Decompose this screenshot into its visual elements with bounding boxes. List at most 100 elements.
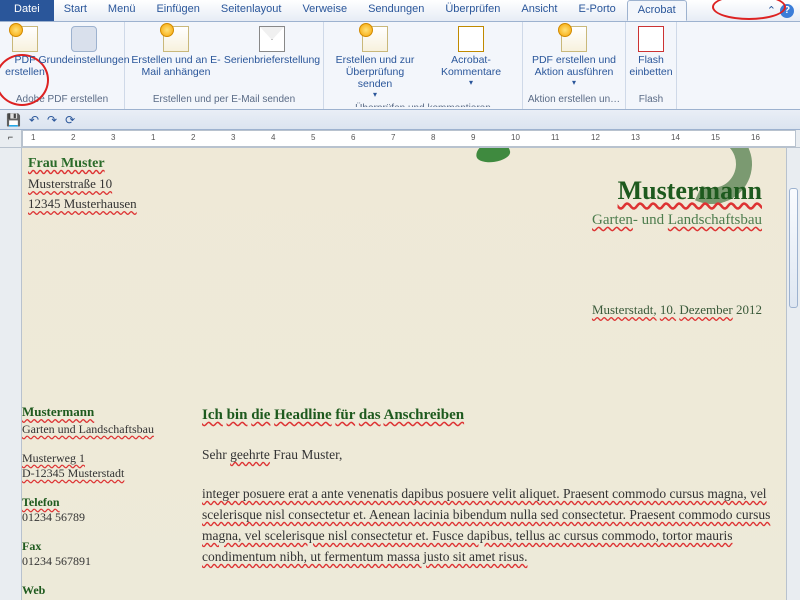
- ruler-tick: 16: [751, 133, 760, 142]
- save-icon[interactable]: 💾: [6, 113, 21, 127]
- tel-label: Telefon: [22, 495, 202, 510]
- company-tag-1: Garten: [592, 212, 633, 228]
- button-label: Erstellen und an E-Mail anhängen: [131, 54, 221, 78]
- flash-icon: [638, 26, 664, 52]
- sender-addr1: Musterweg 1: [22, 451, 202, 466]
- ruler-tick: 15: [711, 133, 720, 142]
- ruler-tick: 1: [151, 133, 155, 142]
- button-label: Grundeinstellungen: [38, 54, 129, 66]
- document-area: Frau Muster Musterstraße 10 12345 Muster…: [0, 148, 800, 600]
- button-label: PDF erstellen und Aktion ausführen: [529, 54, 619, 78]
- group-label: Flash: [630, 92, 672, 107]
- vertical-ruler[interactable]: [0, 148, 22, 600]
- vertical-scrollbar[interactable]: [786, 148, 800, 600]
- pdf-icon: [561, 26, 587, 52]
- company-tag-2: - und: [633, 212, 668, 228]
- headline-word: Ich: [202, 407, 223, 423]
- ribbon-group: PDF erstellenGrundeinstellungenAdobe PDF…: [0, 22, 125, 109]
- ribbon-group: Flash einbetten Flash: [626, 22, 677, 109]
- company-block: Mustermann Garten- und Landschaftsbau: [592, 176, 762, 229]
- mail-icon: [259, 26, 285, 52]
- ruler-tick: 12: [591, 133, 600, 142]
- sync-icon[interactable]: ⟳: [65, 113, 75, 127]
- ruler-tick: 1: [31, 133, 35, 142]
- button-label: Acrobat-Kommentare: [426, 54, 516, 78]
- dropdown-caret-icon: ▾: [373, 90, 377, 99]
- ruler-tick: 8: [431, 133, 435, 142]
- letter-headline: Ich bin die Headline für das Anschreiben: [202, 404, 780, 427]
- gear-icon: [71, 26, 97, 52]
- erstellen-email-button[interactable]: Erstellen und an E-Mail anhängen: [129, 24, 223, 80]
- letter-body: Ich bin die Headline für das Anschreiben…: [202, 404, 786, 600]
- dropdown-caret-icon: ▾: [572, 78, 576, 87]
- button-label: Erstellen und zur Überprüfung senden: [330, 54, 420, 90]
- recipient-city: 12345 Musterhausen: [28, 196, 137, 211]
- pdf-icon: [12, 26, 38, 52]
- tel-value: 01234 56789: [22, 510, 202, 525]
- headline-word: die: [251, 407, 270, 423]
- tab-file[interactable]: Datei: [0, 0, 54, 21]
- headline-word: bin: [227, 407, 248, 423]
- ruler-tick: 7: [391, 133, 395, 142]
- ruler-corner: ⌐: [0, 130, 22, 147]
- sender-sidebar: Mustermann Garten und Landschaftsbau Mus…: [22, 404, 202, 600]
- help-icon[interactable]: ?: [780, 4, 794, 18]
- tab-e-porto[interactable]: E-Porto: [568, 0, 626, 21]
- group-label: Aktion erstellen un…: [527, 92, 621, 107]
- ruler-tick: 13: [631, 133, 640, 142]
- ruler-tick: 11: [551, 133, 559, 142]
- letter-date: Musterstadt, 10. Dezember 2012: [592, 302, 762, 318]
- quick-access-toolbar: 💾 ↶ ↷ ⟳: [0, 110, 800, 130]
- grundeinstellungen-button[interactable]: Grundeinstellungen: [48, 24, 120, 68]
- tab-verweise[interactable]: Verweise: [292, 0, 358, 21]
- dropdown-caret-icon: ▾: [469, 78, 473, 87]
- ruler-tick: 10: [511, 133, 520, 142]
- serienbrief-button[interactable]: Serienbrieferstellung: [225, 24, 319, 68]
- company-tag-3: Landschaftsbau: [668, 212, 762, 228]
- redo-icon[interactable]: ↷: [47, 113, 57, 127]
- company-name: Mustermann: [592, 176, 762, 206]
- ribbon-group: Erstellen und zur Überprüfung senden▾Acr…: [324, 22, 523, 109]
- greeting: Sehr geehrte Frau Muster,: [202, 445, 780, 466]
- horizontal-ruler[interactable]: ⌐ 12312345678910111213141516: [0, 130, 800, 148]
- ruler-tick: 6: [351, 133, 355, 142]
- ruler-tick: 3: [111, 133, 115, 142]
- fax-label: Fax: [22, 539, 202, 554]
- kommentare-button[interactable]: Acrobat-Kommentare▾: [424, 24, 518, 89]
- group-label: Überprüfen und kommentieren: [328, 101, 518, 107]
- ruler-tick: 3: [231, 133, 235, 142]
- scrollbar-thumb[interactable]: [789, 188, 798, 308]
- document-page[interactable]: Frau Muster Musterstraße 10 12345 Muster…: [22, 148, 786, 600]
- tab-überprüfen[interactable]: Überprüfen: [435, 0, 511, 21]
- web-label: Web: [22, 583, 202, 598]
- sender-tagline: Garten und Landschaftsbau: [22, 422, 202, 437]
- headline-word: Headline: [274, 407, 332, 423]
- ruler-tick: 4: [271, 133, 275, 142]
- ribbon-tabbar: Datei StartMenüEinfügenSeitenlayoutVerwe…: [0, 0, 800, 22]
- headline-word: für: [335, 407, 355, 423]
- undo-icon[interactable]: ↶: [29, 113, 39, 127]
- tab-seitenlayout[interactable]: Seitenlayout: [211, 0, 293, 21]
- tab-menü[interactable]: Menü: [98, 0, 147, 21]
- sender-addr2: D-12345 Musterstadt: [22, 466, 202, 481]
- recipient-name: Frau Muster: [28, 156, 768, 172]
- pdf-icon: [163, 26, 189, 52]
- tab-ansicht[interactable]: Ansicht: [511, 0, 568, 21]
- ribbon: PDF erstellenGrundeinstellungenAdobe PDF…: [0, 22, 800, 110]
- ruler-tick: 9: [471, 133, 475, 142]
- ruler-tick: 2: [71, 133, 75, 142]
- ribbon-collapse-icon[interactable]: ⌃: [767, 4, 776, 17]
- ribbon-group: Erstellen und an E-Mail anhängenSerienbr…: [125, 22, 324, 109]
- sender-company: Mustermann: [22, 404, 202, 420]
- flash-button[interactable]: Flash einbetten: [630, 24, 672, 80]
- aktion-button[interactable]: PDF erstellen und Aktion ausführen▾: [527, 24, 621, 89]
- tab-acrobat[interactable]: Acrobat: [627, 0, 687, 21]
- recipient-street: Musterstraße 10: [28, 176, 112, 191]
- ueberpruefung-button[interactable]: Erstellen und zur Überprüfung senden▾: [328, 24, 422, 101]
- tab-start[interactable]: Start: [54, 0, 98, 21]
- tab-einfügen[interactable]: Einfügen: [146, 0, 210, 21]
- pdf-erstellen-button[interactable]: PDF erstellen: [4, 24, 46, 80]
- fax-value: 01234 567891: [22, 554, 202, 569]
- tab-sendungen[interactable]: Sendungen: [358, 0, 435, 21]
- ribbon-group: PDF erstellen und Aktion ausführen▾ Aktio…: [523, 22, 626, 109]
